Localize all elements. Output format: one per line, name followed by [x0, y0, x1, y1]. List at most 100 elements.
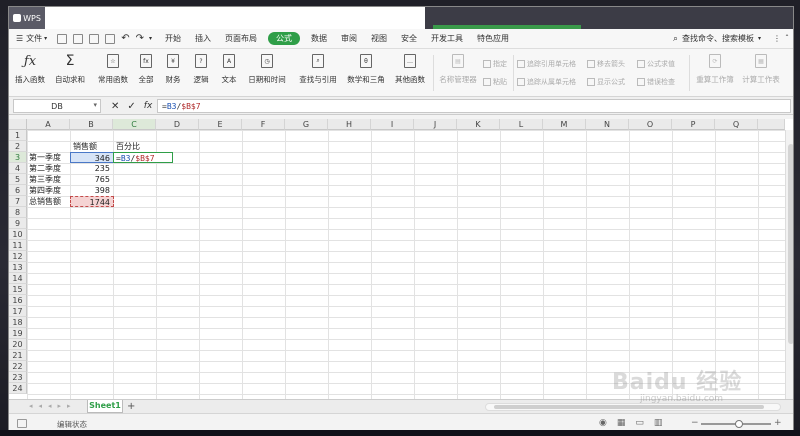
- row-header-3[interactable]: 3: [9, 152, 27, 163]
- tab-security[interactable]: 安全: [394, 29, 424, 49]
- calc-sheet-button[interactable]: ▦ 计算工作表: [739, 53, 783, 93]
- status-macro-icon[interactable]: [17, 419, 27, 428]
- error-check-button[interactable]: 错误检查: [637, 77, 675, 87]
- autosum-button[interactable]: Σ 自动求和: [51, 53, 89, 93]
- zoom-slider-knob[interactable]: [735, 420, 743, 428]
- row-header-12[interactable]: 12: [9, 251, 27, 262]
- row-header-5[interactable]: 5: [9, 174, 27, 185]
- print-icon[interactable]: [89, 33, 100, 44]
- column-header-Q[interactable]: Q: [715, 119, 758, 130]
- column-header-O[interactable]: O: [629, 119, 672, 130]
- row-header-9[interactable]: 9: [9, 218, 27, 229]
- row-header-19[interactable]: 19: [9, 328, 27, 339]
- zoom-out-icon[interactable]: −: [691, 418, 699, 428]
- add-sheet-button[interactable]: +: [127, 400, 135, 413]
- logic-button[interactable]: ? 逻辑: [189, 53, 213, 93]
- all-functions-button[interactable]: fx 全部: [135, 53, 157, 93]
- export-pdf-icon[interactable]: [73, 33, 84, 44]
- column-header-D[interactable]: D: [156, 119, 199, 130]
- cell-C2[interactable]: 百分比: [114, 141, 156, 152]
- finance-button[interactable]: ¥ 财务: [161, 53, 185, 93]
- name-box[interactable]: DB ▾: [13, 99, 101, 113]
- column-header-L[interactable]: L: [500, 119, 543, 130]
- evaluate-formula-button[interactable]: 公式求值: [637, 59, 675, 69]
- tab-insert[interactable]: 插入: [188, 29, 218, 49]
- row-header-7[interactable]: 7: [9, 196, 27, 207]
- insert-function-button[interactable]: ƒx 插入函数: [13, 53, 47, 93]
- tab-developer[interactable]: 开发工具: [424, 29, 470, 49]
- show-formulas-button[interactable]: 显示公式: [587, 77, 625, 87]
- column-header-H[interactable]: H: [328, 119, 371, 130]
- cell-B2[interactable]: 销售额: [71, 141, 113, 152]
- cell-A7[interactable]: 总销售额: [28, 196, 70, 207]
- cell-A3[interactable]: 第一季度: [28, 152, 70, 163]
- recalc-workbook-button[interactable]: ⟳ 重算工作簿: [693, 53, 737, 93]
- column-header-B[interactable]: B: [70, 119, 113, 130]
- column-header-J[interactable]: J: [414, 119, 457, 130]
- confirm-icon[interactable]: ✓: [127, 101, 135, 112]
- row-header-2[interactable]: 2: [9, 141, 27, 152]
- select-all-corner[interactable]: [9, 119, 27, 130]
- collapse-icon[interactable]: ˆ: [785, 34, 789, 43]
- row-header-10[interactable]: 10: [9, 229, 27, 240]
- file-menu[interactable]: ☰ 文件 ▾: [9, 29, 54, 49]
- common-functions-button[interactable]: ☆ 常用函数: [93, 53, 133, 93]
- cell-A6[interactable]: 第四季度: [28, 185, 70, 196]
- command-search[interactable]: 查找命令、搜索模板: [682, 33, 754, 44]
- text-button[interactable]: A 文本: [217, 53, 241, 93]
- undo-icon[interactable]: ↶: [121, 33, 129, 44]
- column-header-G[interactable]: G: [285, 119, 328, 130]
- vertical-scroll-thumb[interactable]: [788, 144, 793, 344]
- row-header-22[interactable]: 22: [9, 361, 27, 372]
- cell-B5[interactable]: 765: [70, 174, 113, 185]
- window-controls-icon[interactable]: ⋮: [773, 34, 781, 43]
- other-functions-button[interactable]: … 其他函数: [391, 53, 429, 93]
- specify-button[interactable]: 指定: [483, 59, 507, 69]
- datetime-button[interactable]: ◷ 日期和时间: [245, 53, 289, 93]
- tab-data[interactable]: 数据: [304, 29, 334, 49]
- column-header-A[interactable]: A: [27, 119, 70, 130]
- cell-B6[interactable]: 398: [70, 185, 113, 196]
- normal-view-icon[interactable]: ▦: [617, 418, 626, 428]
- lookup-button[interactable]: ⌕ 查找与引用: [293, 53, 343, 93]
- zoom-in-icon[interactable]: +: [774, 418, 782, 428]
- paste-name-button[interactable]: 粘贴: [483, 77, 507, 87]
- formula-input[interactable]: = B3 / $B$7: [157, 99, 791, 113]
- sheet-nav-arrows-icon[interactable]: ◂◂◂▸▸: [29, 402, 77, 410]
- row-header-18[interactable]: 18: [9, 317, 27, 328]
- trace-dependents-button[interactable]: 追踪从属单元格: [517, 77, 576, 87]
- save-icon[interactable]: [57, 33, 68, 44]
- math-trig-button[interactable]: θ 数学和三角: [345, 53, 387, 93]
- row-header-20[interactable]: 20: [9, 339, 27, 350]
- document-tab[interactable]: [45, 7, 425, 29]
- column-header-K[interactable]: K: [457, 119, 500, 130]
- row-header-8[interactable]: 8: [9, 207, 27, 218]
- tab-view[interactable]: 视图: [364, 29, 394, 49]
- trace-precedents-button[interactable]: 追踪引用单元格: [517, 59, 576, 69]
- column-header-C[interactable]: C: [113, 119, 156, 130]
- row-header-6[interactable]: 6: [9, 185, 27, 196]
- row-header-14[interactable]: 14: [9, 273, 27, 284]
- horizontal-scrollbar[interactable]: [485, 403, 781, 411]
- page-layout-icon[interactable]: ▭: [635, 418, 644, 428]
- row-header-23[interactable]: 23: [9, 372, 27, 383]
- column-header-F[interactable]: F: [242, 119, 285, 130]
- row-header-4[interactable]: 4: [9, 163, 27, 174]
- fx-icon[interactable]: fx: [144, 101, 153, 111]
- name-manager-button[interactable]: ▤ 名称管理器: [437, 53, 479, 93]
- remove-arrows-button[interactable]: 移去箭头: [587, 59, 625, 69]
- row-header-16[interactable]: 16: [9, 295, 27, 306]
- row-header-17[interactable]: 17: [9, 306, 27, 317]
- tab-special[interactable]: 特色应用: [470, 29, 516, 49]
- cell-B4[interactable]: 235: [70, 163, 113, 174]
- cancel-icon[interactable]: ✕: [111, 101, 119, 112]
- row-header-11[interactable]: 11: [9, 240, 27, 251]
- cell-B7[interactable]: 1744: [70, 196, 114, 207]
- cell-B3[interactable]: 346: [70, 152, 114, 163]
- row-header-21[interactable]: 21: [9, 350, 27, 361]
- row-header-15[interactable]: 15: [9, 284, 27, 295]
- column-header-P[interactable]: P: [672, 119, 715, 130]
- column-header-M[interactable]: M: [543, 119, 586, 130]
- tab-page-layout[interactable]: 页面布局: [218, 29, 264, 49]
- zoom-slider[interactable]: [701, 420, 771, 428]
